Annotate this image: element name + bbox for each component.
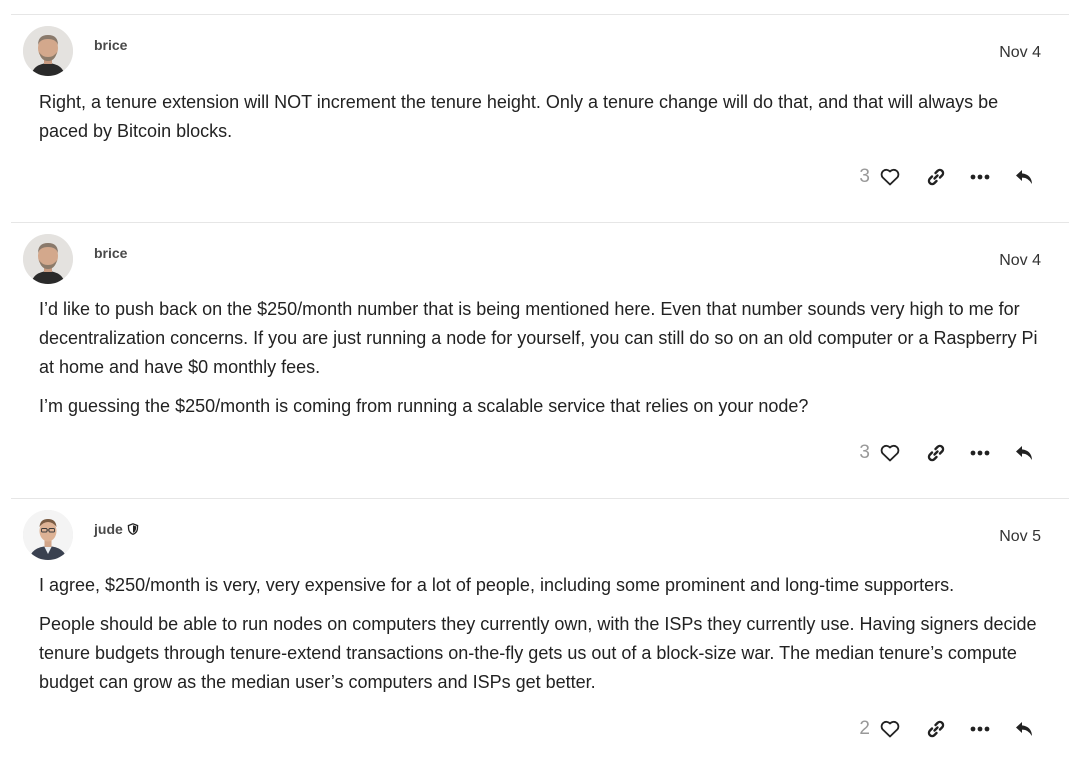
heart-icon[interactable]: [879, 442, 901, 464]
ellipsis-icon[interactable]: [969, 166, 991, 188]
reply-icon[interactable]: [1013, 442, 1035, 464]
post-body: Right, a tenure extension will NOT incre…: [39, 88, 1049, 156]
post-paragraph: Right, a tenure extension will NOT incre…: [39, 92, 999, 141]
link-icon[interactable]: [925, 166, 947, 188]
like-group: 2: [859, 718, 901, 740]
username[interactable]: brice: [94, 245, 127, 261]
heart-icon[interactable]: [879, 718, 901, 740]
ellipsis-icon[interactable]: [969, 718, 991, 740]
post-paragraph: I’m guessing the $250/month is coming fr…: [39, 396, 809, 416]
post-date[interactable]: Nov 4: [999, 252, 1041, 270]
like-count[interactable]: 2: [859, 718, 870, 740]
shield-icon: [127, 523, 139, 535]
post: brice Nov 4 I’d like to push back on the…: [11, 222, 1069, 498]
username-text: brice: [94, 245, 128, 261]
heart-icon[interactable]: [879, 166, 901, 188]
username-text: jude: [94, 521, 123, 537]
post-body: I agree, $250/month is very, very expens…: [39, 571, 1049, 707]
post-actions: 3: [859, 438, 1035, 468]
avatar-image: [23, 26, 73, 76]
post-paragraph: I agree, $250/month is very, very expens…: [39, 575, 955, 595]
post-paragraph: I’d like to push back on the $250/month …: [39, 299, 1038, 377]
post-body: I’d like to push back on the $250/month …: [39, 295, 1049, 431]
avatar-image: [23, 510, 73, 560]
post-date[interactable]: Nov 4: [999, 44, 1041, 62]
link-icon[interactable]: [925, 442, 947, 464]
post-actions: 3: [859, 162, 1035, 192]
post: brice Nov 4 Right, a tenure extension wi…: [11, 14, 1069, 222]
avatar[interactable]: [23, 26, 73, 76]
like-group: 3: [859, 166, 901, 188]
avatar[interactable]: [23, 510, 73, 560]
like-count[interactable]: 3: [859, 166, 870, 188]
avatar-image: [23, 234, 73, 284]
username[interactable]: jude: [94, 521, 139, 537]
post-paragraph: People should be able to run nodes on co…: [39, 614, 1037, 692]
username-text: brice: [94, 37, 128, 53]
post-date[interactable]: Nov 5: [999, 528, 1041, 546]
like-count[interactable]: 3: [859, 442, 870, 464]
post-actions: 2: [859, 714, 1035, 744]
reply-icon[interactable]: [1013, 718, 1035, 740]
post: jude Nov 5 I agree, $250/month is very, …: [11, 498, 1069, 766]
link-icon[interactable]: [925, 718, 947, 740]
username[interactable]: brice: [94, 37, 127, 53]
ellipsis-icon[interactable]: [969, 442, 991, 464]
avatar[interactable]: [23, 234, 73, 284]
reply-icon[interactable]: [1013, 166, 1035, 188]
like-group: 3: [859, 442, 901, 464]
